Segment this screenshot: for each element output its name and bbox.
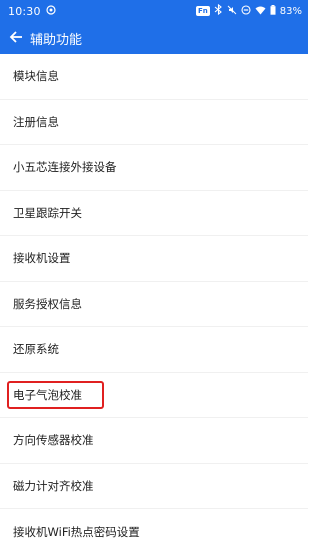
menu-item-direction-sensor-calibration[interactable]: 方向传感器校准 [0, 418, 308, 464]
menu-item-label: 还原系统 [13, 342, 59, 357]
do-not-disturb-icon [241, 4, 251, 18]
menu-item-external-device-connection[interactable]: 小五芯连接外接设备 [0, 145, 308, 191]
menu-item-receiver-wifi-password[interactable]: 接收机WiFi热点密码设置 [0, 509, 308, 555]
menu-item-satellite-tracking-switch[interactable]: 卫星跟踪开关 [0, 191, 308, 236]
fn-badge: Fn [196, 6, 210, 16]
menu-item-receiver-settings[interactable]: 接收机设置 [0, 236, 308, 282]
mute-icon [227, 5, 237, 18]
menu-item-label: 接收机设置 [13, 251, 71, 266]
status-bar: 10:30 Fn 83% [0, 0, 308, 22]
notification-icon [46, 4, 56, 18]
menu-item-label: 方向传感器校准 [13, 433, 94, 448]
bluetooth-icon [214, 3, 223, 18]
menu-item-label: 模块信息 [13, 69, 59, 84]
battery-level: 83% [279, 5, 302, 17]
menu-item-label: 注册信息 [13, 114, 59, 129]
status-time: 10:30 [8, 4, 41, 18]
menu-item-label: 接收机WiFi热点密码设置 [13, 524, 140, 539]
menu-item-restore-system[interactable]: 还原系统 [0, 327, 308, 373]
menu-item-label: 电子气泡校准 [13, 387, 82, 402]
menu-item-registration-info[interactable]: 注册信息 [0, 100, 308, 145]
menu-item-magnetometer-alignment[interactable]: 磁力计对齐校准 [0, 464, 308, 509]
wifi-icon [255, 5, 266, 18]
settings-menu-list: 模块信息 注册信息 小五芯连接外接设备 卫星跟踪开关 接收机设置 服务授权信息 … [0, 54, 308, 555]
page-title: 辅助功能 [30, 32, 83, 48]
app-bar: 辅助功能 [0, 22, 308, 54]
menu-item-label: 磁力计对齐校准 [13, 478, 94, 493]
menu-item-label: 卫星跟踪开关 [13, 205, 82, 220]
menu-item-service-authorization[interactable]: 服务授权信息 [0, 282, 308, 327]
back-button[interactable] [6, 26, 26, 50]
menu-item-label: 小五芯连接外接设备 [13, 160, 117, 175]
battery-icon [270, 4, 276, 18]
arrow-left-icon [9, 29, 23, 48]
menu-item-module-info[interactable]: 模块信息 [0, 54, 308, 100]
menu-item-label: 服务授权信息 [13, 296, 82, 311]
menu-item-electronic-bubble-calibration[interactable]: 电子气泡校准 [0, 373, 308, 418]
